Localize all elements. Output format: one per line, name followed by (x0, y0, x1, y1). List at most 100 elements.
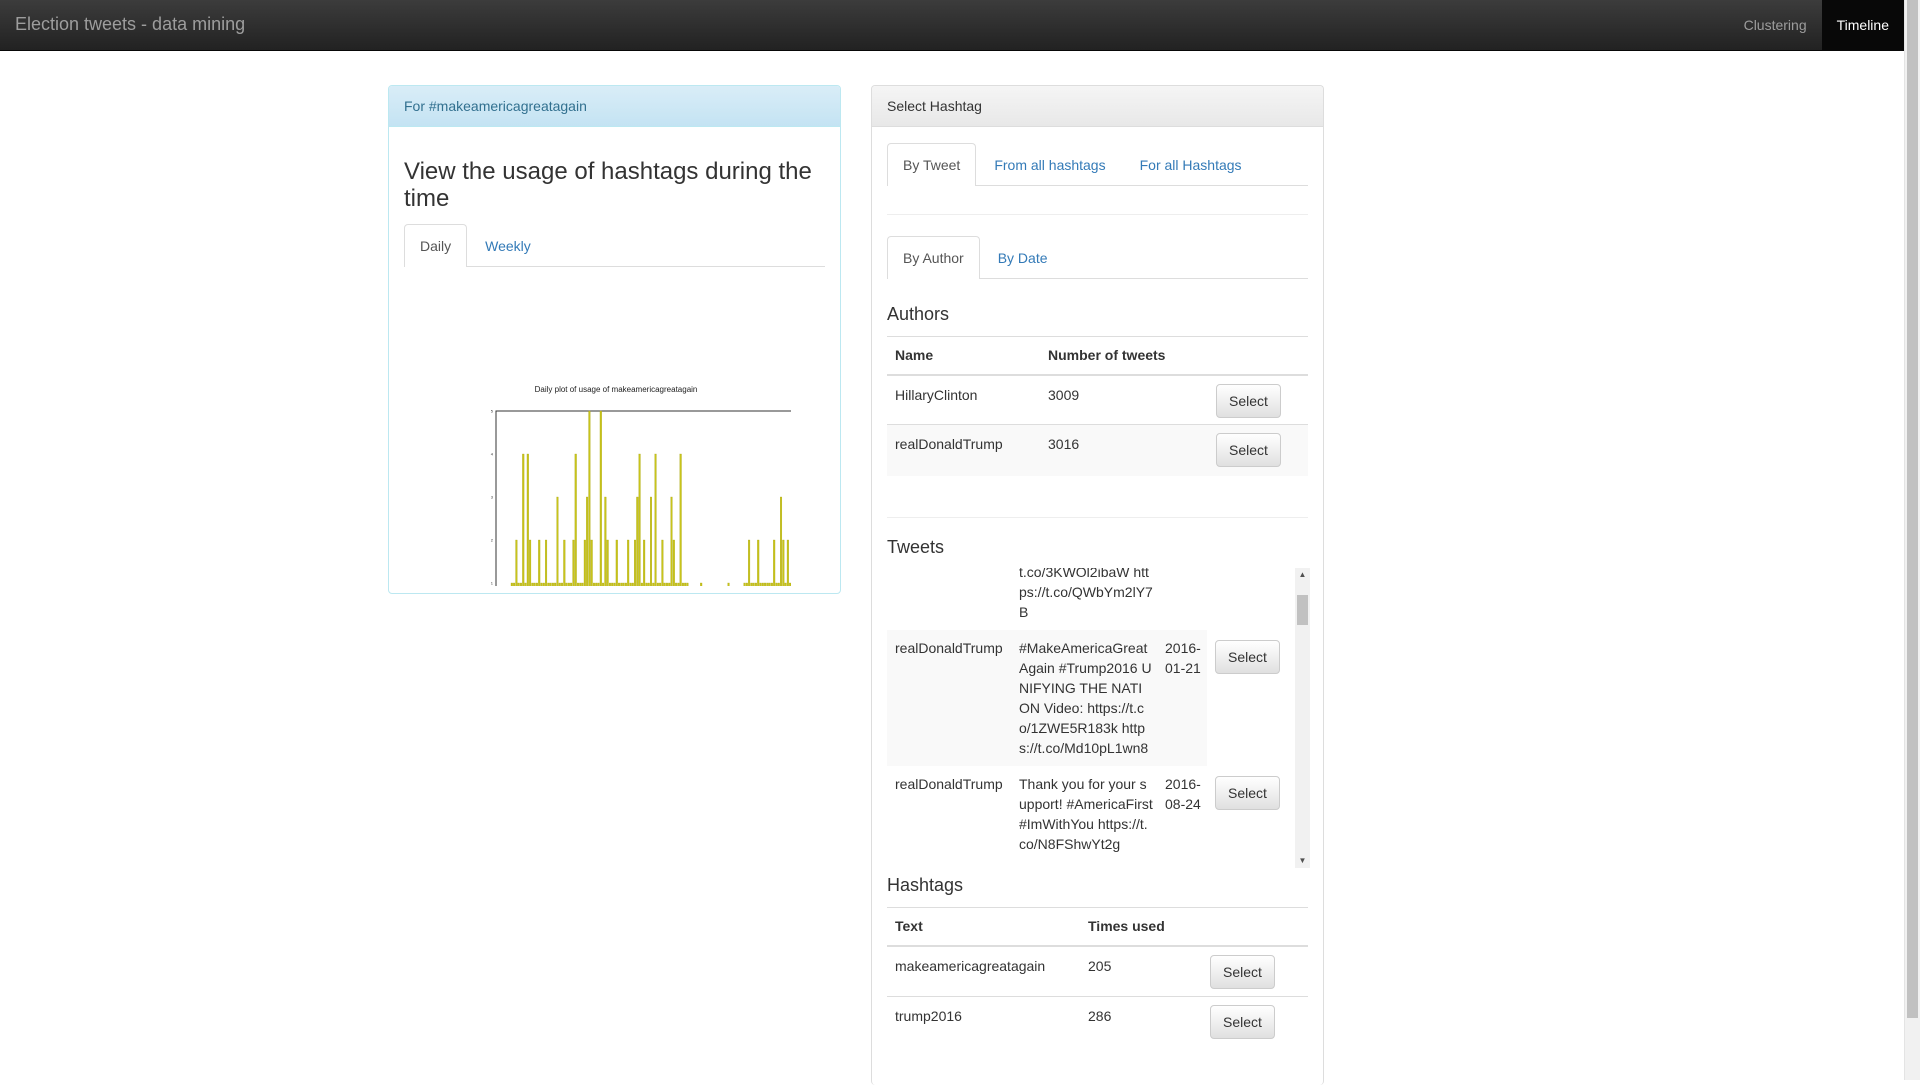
chart-bar (773, 539, 776, 586)
chart-bar (529, 539, 532, 586)
authors-table: Name Number of tweets HillaryClinton 300… (887, 336, 1308, 476)
hashtag-mode-tabs: By Tweet From all hashtags For all Hasht… (887, 143, 1308, 186)
author-name: HillaryClinton (887, 374, 1040, 425)
chart-bar (652, 582, 655, 586)
chart-bar (549, 582, 552, 586)
chart-bar (748, 539, 751, 586)
scroll-up-icon[interactable]: ▲ (1295, 568, 1310, 582)
panel-heading: Select Hashtag (872, 86, 1323, 127)
tweets-scrollbar[interactable]: ▲ ▼ (1295, 568, 1310, 868)
hashtag-text: makeamericagreatagain (887, 945, 1080, 997)
chart-bar (524, 582, 527, 586)
chart-bar (759, 582, 762, 586)
page-scrollbar[interactable] (1904, 0, 1920, 1080)
tweet-author (887, 568, 1011, 630)
chart-bar (558, 582, 561, 586)
chart-bar (517, 582, 520, 586)
chart-bar (761, 582, 764, 586)
tab-daily[interactable]: Daily (404, 224, 468, 267)
chart-bar (768, 582, 771, 586)
nav-timeline[interactable]: Timeline (1821, 0, 1904, 50)
top-navbar: Election tweets - data mining Clustering… (0, 0, 1904, 51)
chart-bar (611, 582, 614, 586)
chart-bar (686, 582, 689, 586)
chart-bar (727, 582, 730, 586)
chart-bar (643, 539, 646, 586)
tweet-filter-tabs: By Author By Date (887, 236, 1308, 279)
tab-weekly[interactable]: Weekly (469, 224, 547, 266)
app-brand[interactable]: Election tweets - data mining (15, 14, 245, 35)
chart-bar (777, 582, 780, 586)
select-hashtag-button[interactable]: Select (1210, 1005, 1275, 1039)
tab-for-all-hashtags[interactable]: For all Hashtags (1124, 143, 1258, 185)
chart-bar (752, 582, 755, 586)
y-tick-label: 3 (491, 495, 494, 500)
chart-bar (775, 582, 778, 586)
chart-bar (638, 453, 641, 586)
column-header-action (1202, 907, 1308, 947)
tweet-text: Thank you for your support! #AmericaFirs… (1019, 776, 1153, 852)
select-hashtag-panel: Select Hashtag By Tweet From all hashtag… (871, 85, 1324, 1085)
y-tick-label: 1 (491, 581, 494, 586)
chart-bar (547, 582, 550, 586)
hashtags-title: Hashtags (887, 875, 964, 895)
chart-bar (567, 582, 570, 586)
tweets-title: Tweets (887, 537, 945, 557)
chart-bar (581, 582, 584, 586)
chart-bar (679, 453, 682, 586)
chart-bar (780, 496, 783, 586)
chart-bar (663, 582, 666, 586)
chart-bar (519, 582, 522, 586)
chart-y-ticks: 012345 (491, 409, 494, 586)
select-author-button[interactable]: Select (1216, 433, 1281, 467)
chart-bar (640, 582, 643, 586)
hashtags-table: Text Times used makeamericagreatagain 20… (887, 907, 1308, 1048)
chart-bar (595, 582, 598, 586)
tab-from-all-hashtags[interactable]: From all hashtags (978, 143, 1121, 185)
author-name: realDonaldTrump (887, 424, 1040, 476)
chart-bar (608, 582, 611, 586)
chart-bar (629, 582, 632, 586)
chart-bar (574, 453, 577, 586)
chart-bar (681, 582, 684, 586)
tweet-author: realDonaldTrump (887, 630, 1011, 766)
chart-bar (556, 496, 559, 586)
table-row: makeamericagreatagain 205 Select (887, 945, 1308, 997)
chart-bar (757, 539, 760, 586)
y-tick-label: 5 (491, 409, 494, 414)
scrollbar-thumb[interactable] (1297, 595, 1308, 625)
tweets-scroll-area[interactable]: #AmericaFirst https://t.co/3KWOl2ibaW ht… (887, 568, 1310, 868)
chart-bar (599, 410, 602, 586)
nav-clustering[interactable]: Clustering (1729, 0, 1822, 50)
tab-by-date[interactable]: By Date (982, 236, 1064, 278)
chart-svg: Daily plot of usage of makeamericagreata… (491, 385, 791, 586)
scroll-down-icon[interactable]: ▼ (1295, 854, 1310, 868)
chart-bar (538, 539, 541, 586)
tab-by-tweet[interactable]: By Tweet (887, 143, 977, 186)
chart-bar (522, 453, 525, 586)
chart-bar (515, 539, 518, 586)
tab-by-author[interactable]: By Author (887, 236, 980, 279)
tweet-row: realDonaldTrump #MakeAmericaGreatAgain #… (887, 630, 1295, 766)
select-tweet-button[interactable]: Select (1215, 776, 1280, 810)
tweet-row: #AmericaFirst https://t.co/3KWOl2ibaW ht… (887, 568, 1295, 630)
hashtag-text: trump2016 (887, 996, 1080, 1048)
select-tweet-button[interactable]: Select (1215, 640, 1280, 674)
chart-bar (770, 582, 773, 586)
select-hashtag-button[interactable]: Select (1210, 954, 1275, 989)
chart-bar (590, 539, 593, 586)
page-scrollbar-thumb[interactable] (1907, 0, 1918, 1018)
column-header-action (1208, 336, 1308, 376)
hashtag-count: 205 (1080, 945, 1202, 997)
chart-bar (533, 582, 536, 586)
chart-bar (535, 582, 538, 586)
tweet-author: realDonaldTrump (895, 776, 1003, 792)
select-author-button[interactable]: Select (1216, 383, 1281, 418)
tweet-action (1207, 568, 1295, 630)
column-header-times-used: Times used (1080, 907, 1202, 947)
chart-bar (526, 453, 529, 586)
chart-bar (572, 539, 575, 586)
chart-bar (634, 539, 637, 586)
hashtag-count: 286 (1080, 996, 1202, 1048)
y-tick-label: 4 (491, 452, 494, 457)
